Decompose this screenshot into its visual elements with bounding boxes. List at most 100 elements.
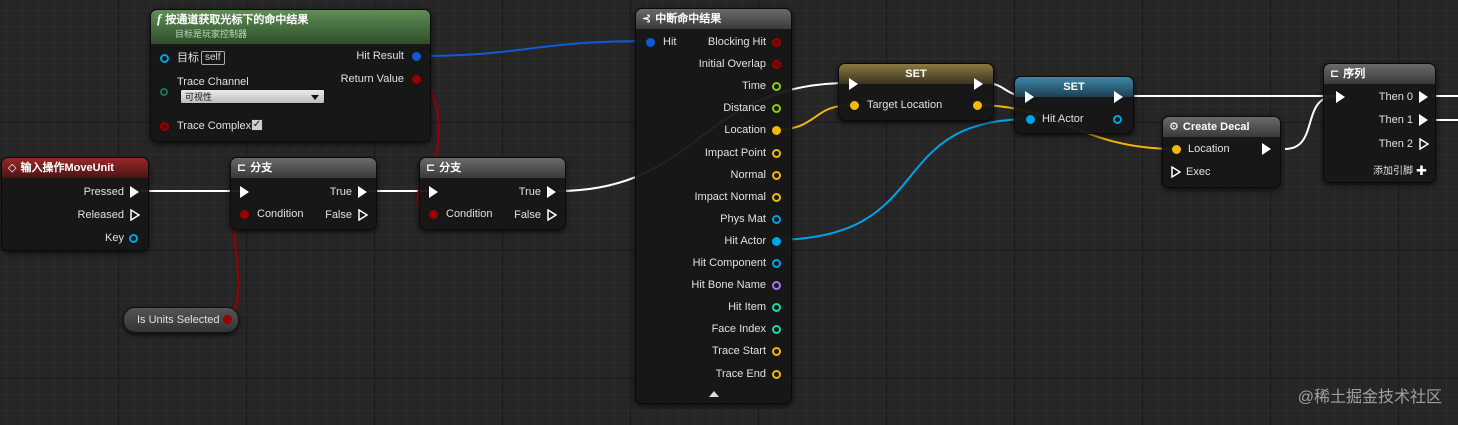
set2-title: SET <box>1063 81 1085 93</box>
get-hit-subtitle: 目标是玩家控制器 <box>175 29 248 39</box>
break-hit-output-pin[interactable] <box>772 170 781 180</box>
sequence-then1-pin[interactable] <box>1419 114 1428 126</box>
create-decal-header[interactable]: ⚙ Create Decal <box>1163 117 1280 137</box>
break-hit-output-pin[interactable] <box>772 38 781 47</box>
key-pin[interactable] <box>129 234 138 243</box>
sequence-add-pin-label[interactable]: 添加引脚 <box>1373 163 1413 181</box>
is-units-selected-pin[interactable] <box>223 315 232 324</box>
sequence-then2-pin[interactable] <box>1419 138 1429 150</box>
set2-exec-in[interactable] <box>1025 91 1034 103</box>
hit-result-pin[interactable] <box>412 52 421 61</box>
set-hit-actor-node[interactable]: SET Hit Actor <box>1014 76 1134 134</box>
branch-node-1[interactable]: ⊏ 分支 True Condition False <box>230 157 377 230</box>
set1-target-location-pin[interactable] <box>850 101 859 110</box>
break-hit-output-pin[interactable] <box>772 281 781 291</box>
break-hit-output-label: Distance <box>723 102 766 115</box>
set2-hit-actor-label: Hit Actor <box>1042 113 1084 125</box>
break-hit-output-pin[interactable] <box>772 148 781 158</box>
target-self-box[interactable]: self <box>201 51 225 65</box>
wire-object-hitactor <box>772 118 1031 241</box>
get-hit-header[interactable]: f 按通道获取光标下的命中结果 目标是玩家控制器 <box>151 10 430 44</box>
create-decal-exec-label: Exec <box>1186 166 1211 178</box>
break-hit-output-pin[interactable] <box>772 236 781 246</box>
break-hit-output-pin[interactable] <box>772 325 781 335</box>
sequence-exec-in[interactable] <box>1336 91 1345 103</box>
create-decal-exec-in[interactable] <box>1171 166 1181 178</box>
branch1-exec-in[interactable] <box>240 186 249 198</box>
branch2-condition-pin[interactable] <box>429 210 438 219</box>
sequence-header[interactable]: ⊏ 序列 <box>1324 64 1435 84</box>
break-hit-output-label: Impact Normal <box>694 190 766 203</box>
branch-node-2[interactable]: ⊏ 分支 True Condition False <box>419 157 566 230</box>
create-decal-location-pin[interactable] <box>1172 145 1181 154</box>
break-hit-output-pin[interactable] <box>772 303 781 313</box>
break-hit-output-pin[interactable] <box>772 82 781 92</box>
return-value-pin[interactable] <box>412 75 421 84</box>
break-hit-result-node[interactable]: ⊰ 中断命中结果 Hit Blocking Hit Initial Overlap T… <box>635 8 792 404</box>
set1-exec-in[interactable] <box>849 78 858 90</box>
branch1-false-pin[interactable] <box>358 209 368 221</box>
trace-channel-dropdown[interactable]: 可视性 <box>180 89 325 104</box>
branch2-exec-in[interactable] <box>429 186 438 198</box>
break-hit-output-label: Time <box>741 80 766 93</box>
exec-pin-pressed[interactable] <box>130 186 139 198</box>
collapse-arrow-icon[interactable] <box>709 391 719 397</box>
break-hit-input-pin[interactable] <box>646 38 655 47</box>
set1-exec-out[interactable] <box>974 78 983 90</box>
trace-channel-pin[interactable] <box>160 88 168 96</box>
set2-exec-out[interactable] <box>1114 91 1123 103</box>
exec-pin-released[interactable] <box>130 209 140 221</box>
sequence-then0-pin[interactable] <box>1419 91 1428 103</box>
set-target-location-node[interactable]: SET Target Location <box>838 63 994 121</box>
is-units-selected-label: Is Units Selected <box>137 314 220 326</box>
gear-icon: ⚙ <box>1169 121 1179 133</box>
branch1-condition-pin[interactable] <box>240 210 249 219</box>
break-hit-output-pin[interactable] <box>772 369 781 379</box>
create-decal-node[interactable]: ⚙ Create Decal Location Exec <box>1162 116 1281 188</box>
branch-icon: ⊏ <box>426 162 436 174</box>
break-hit-header[interactable]: ⊰ 中断命中结果 <box>636 9 791 29</box>
break-hit-output-pin[interactable] <box>772 347 781 357</box>
break-hit-output-pin[interactable] <box>772 214 781 224</box>
sequence-node[interactable]: ⊏ 序列 Then 0 Then 1 Then 2 添加引脚 ✚ <box>1323 63 1436 183</box>
set2-output-pin[interactable] <box>1113 115 1122 124</box>
branch2-title: 分支 <box>439 162 462 174</box>
sequence-title: 序列 <box>1343 68 1366 80</box>
set1-header[interactable]: SET <box>839 64 993 84</box>
hit-result-label: Hit Result <box>356 50 404 62</box>
branch2-true-pin[interactable] <box>547 186 556 198</box>
create-decal-exec-out[interactable] <box>1262 143 1271 155</box>
sequence-then0-label: Then 0 <box>1378 91 1413 103</box>
target-pin[interactable] <box>160 54 169 63</box>
break-hit-output-pin[interactable] <box>772 104 781 114</box>
plus-icon[interactable]: ✚ <box>1416 163 1427 179</box>
branch2-false-label: False <box>514 209 541 221</box>
create-decal-location-label: Location <box>1188 143 1230 155</box>
pin-label-pressed: Pressed <box>83 186 124 198</box>
set1-output-pin[interactable] <box>973 101 982 110</box>
input-action-node[interactable]: ◇ 输入操作MoveUnit Pressed Released Key <box>1 157 149 251</box>
break-hit-output-pin[interactable] <box>772 192 781 202</box>
set2-hit-actor-pin[interactable] <box>1026 115 1035 124</box>
break-hit-output-label: Trace End <box>715 367 766 380</box>
break-hit-output-label: Hit Bone Name <box>691 279 766 292</box>
create-decal-title: Create Decal <box>1182 121 1250 133</box>
trace-complex-label: Trace Complex <box>177 120 252 132</box>
break-hit-output-pin[interactable] <box>772 60 781 70</box>
branch2-false-pin[interactable] <box>547 209 557 221</box>
branch1-header[interactable]: ⊏ 分支 <box>231 158 376 178</box>
break-hit-output-pin[interactable] <box>772 259 781 268</box>
sequence-then2-label: Then 2 <box>1378 138 1413 150</box>
get-hit-result-node[interactable]: f 按通道获取光标下的命中结果 目标是玩家控制器 目标 self Hit Resu… <box>150 9 431 142</box>
break-hit-output-label: Face Index <box>711 323 766 336</box>
branch2-header[interactable]: ⊏ 分支 <box>420 158 565 178</box>
trace-complex-pin[interactable] <box>160 122 169 131</box>
break-hit-output-label: Phys Mat <box>720 212 766 225</box>
trace-complex-checkbox[interactable]: ✓ <box>251 119 263 131</box>
break-hit-output-pin[interactable] <box>772 126 781 136</box>
branch1-true-pin[interactable] <box>358 186 367 198</box>
is-units-selected-node[interactable]: Is Units Selected <box>123 307 239 333</box>
break-hit-input-label: Hit <box>663 36 677 48</box>
input-action-header[interactable]: ◇ 输入操作MoveUnit <box>2 158 148 178</box>
break-hit-output-label: Location <box>724 124 766 137</box>
